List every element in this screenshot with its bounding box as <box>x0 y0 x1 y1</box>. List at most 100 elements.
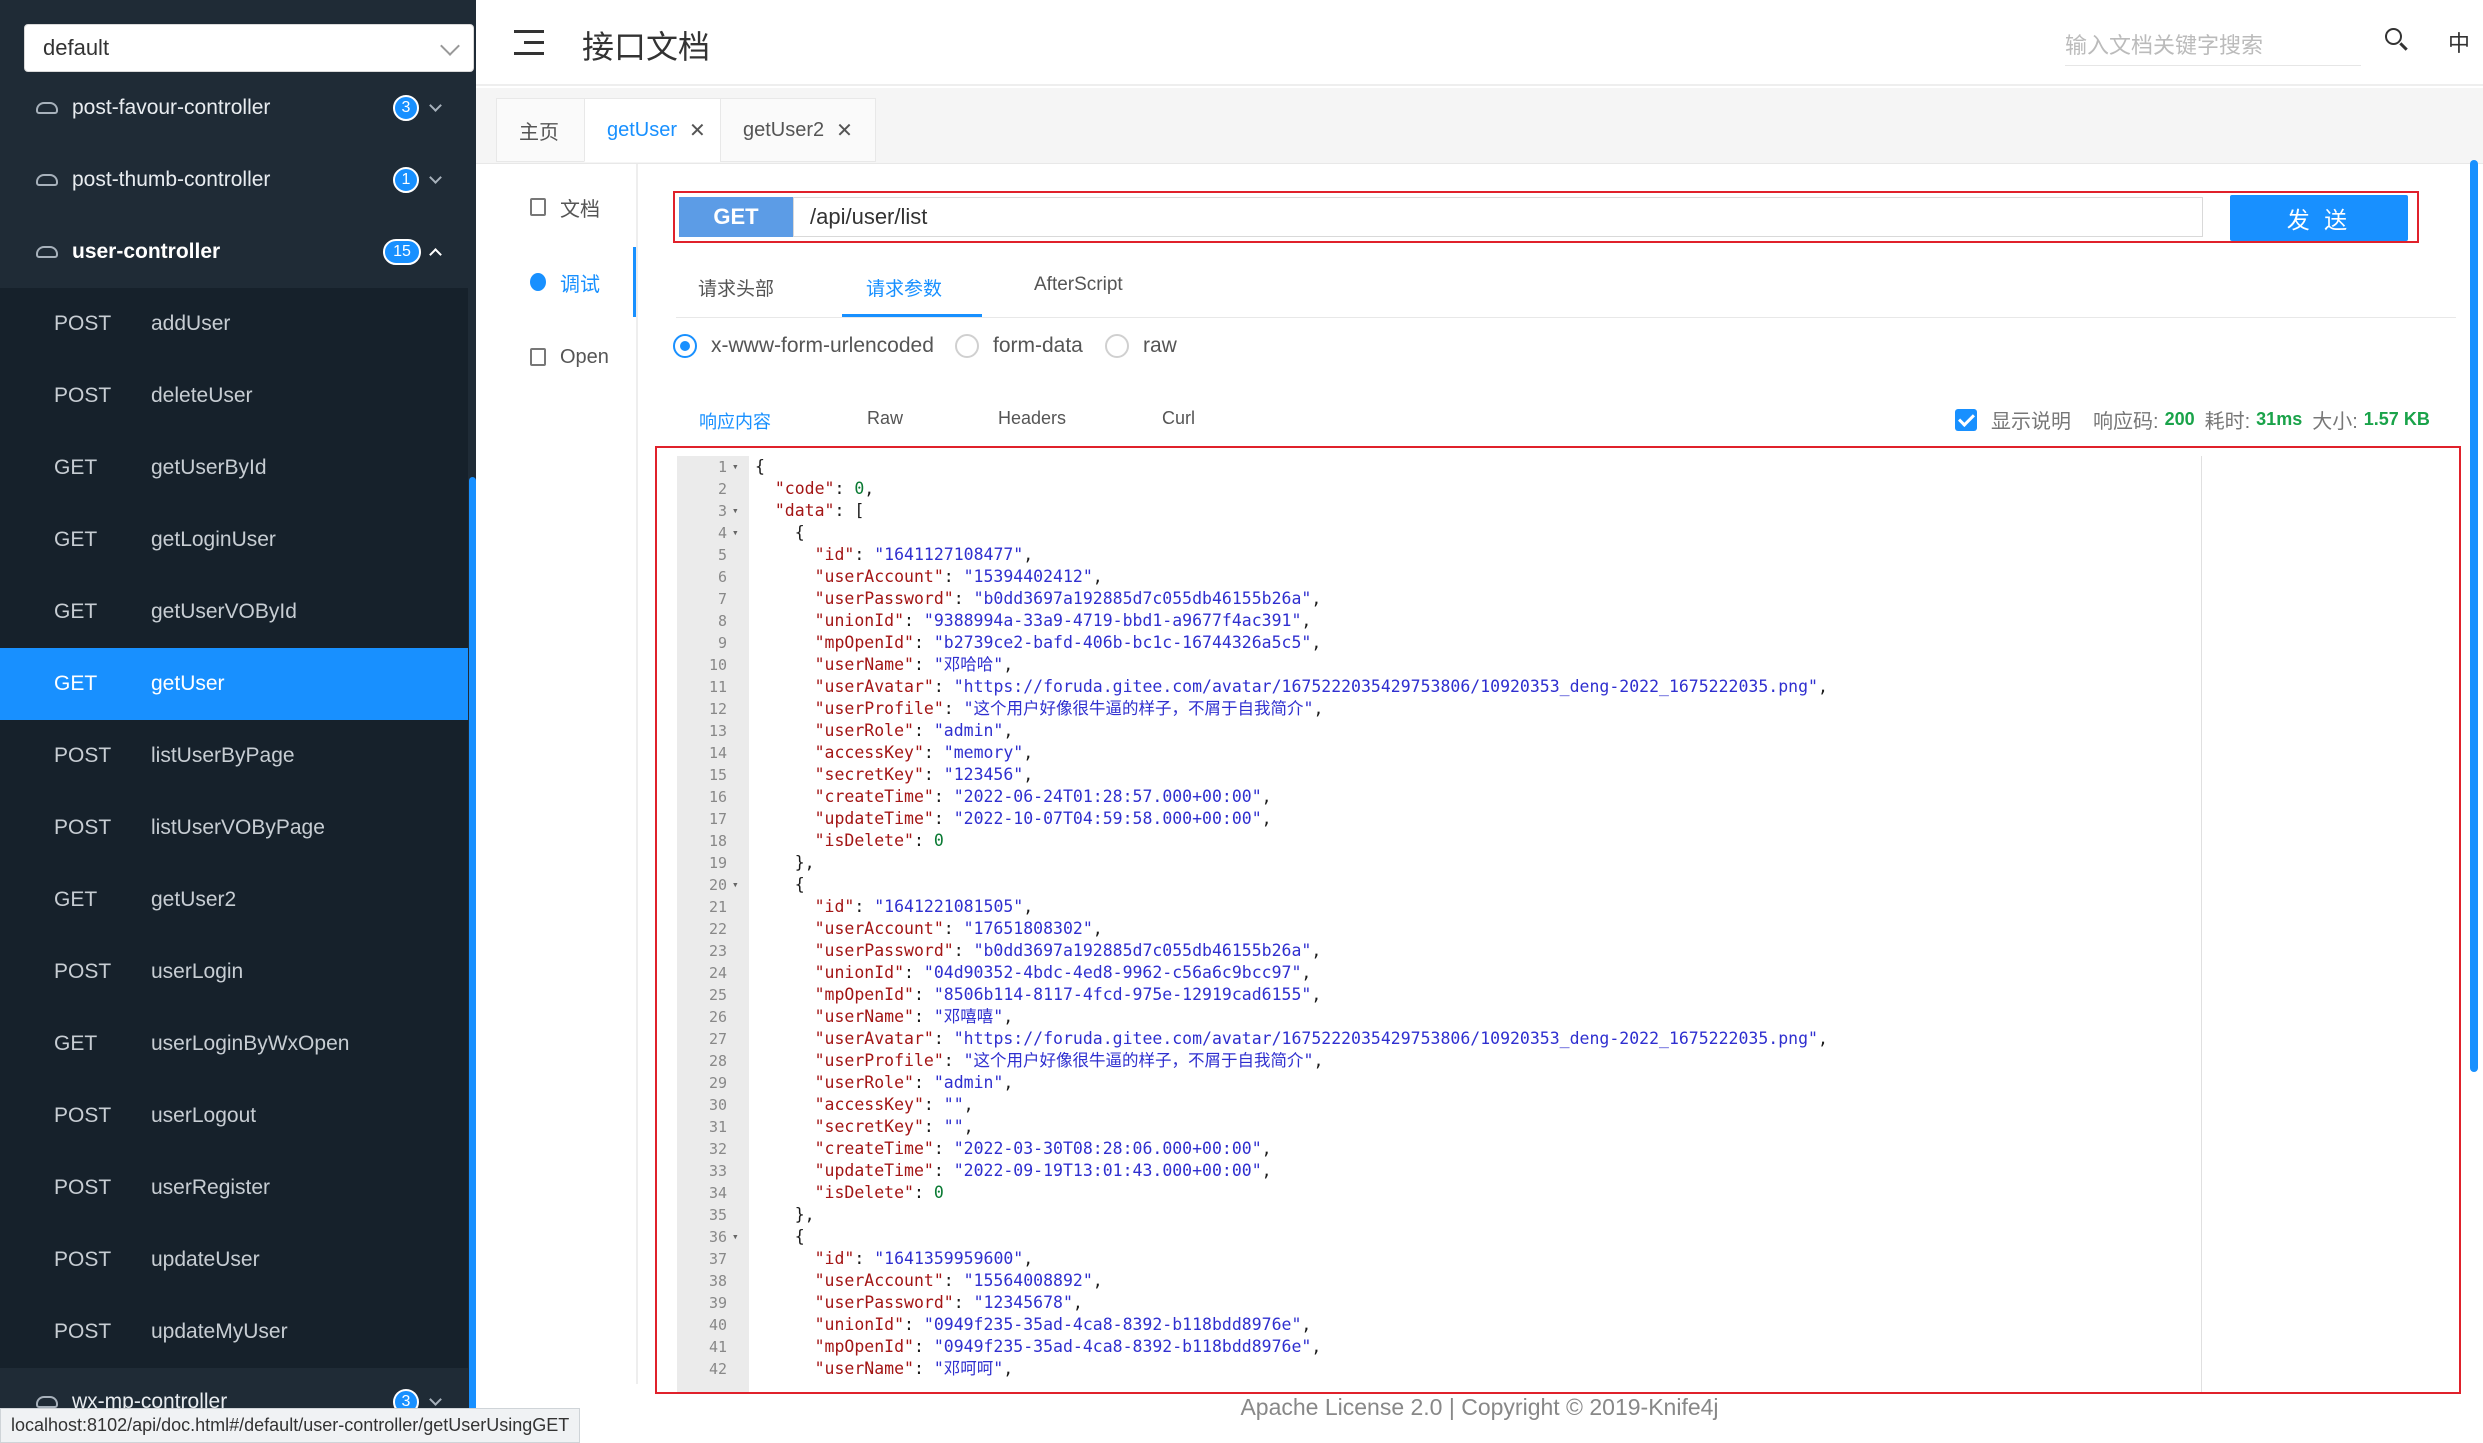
count-badge: 1 <box>393 167 419 193</box>
api-path: getLoginUser <box>151 528 276 551</box>
code-text: "userAvatar": "https://foruda.gitee.com/… <box>814 1029 1828 1048</box>
tab-response-curl[interactable]: Curl <box>1162 408 1195 429</box>
tab-response-headers[interactable]: Headers <box>998 408 1066 429</box>
line-number: 8 <box>717 612 727 630</box>
api-item[interactable]: GET getLoginUser <box>0 504 468 576</box>
code-line: 4 ▾ { <box>677 522 2377 544</box>
cloud-icon <box>36 174 58 186</box>
radio-dot <box>1105 334 1129 358</box>
code-text: "isDelete": 0 <box>814 1183 944 1202</box>
code-line: 35 }, <box>677 1204 2377 1226</box>
subnav-debug[interactable]: 调试 <box>476 247 636 317</box>
group-select[interactable]: default <box>24 24 474 72</box>
code-text: "unionId": "04d90352-4bdc-4ed8-9962-c56a… <box>814 963 1312 982</box>
code-line: 6 "userAccount": "15394402412", <box>677 566 2377 588</box>
code-text: "id": "1641359959600", <box>814 1249 1034 1268</box>
sidebar: default post-favour-controller 3 post-th… <box>0 0 476 1443</box>
tab-afterscript[interactable]: AfterScript <box>1034 274 1123 296</box>
radio-form-data[interactable]: form-data <box>955 334 1083 358</box>
code-line: 2 "code": 0, <box>677 478 2377 500</box>
api-method: POST <box>54 1104 112 1127</box>
api-item[interactable]: POST listUserByPage <box>0 720 468 792</box>
fold-arrow-icon[interactable]: ▾ <box>732 500 744 522</box>
radio-label: x-www-form-urlencoded <box>711 334 934 357</box>
api-item[interactable]: GET getUserVOById <box>0 576 468 648</box>
line-number: 32 <box>708 1140 727 1158</box>
show-description-checkbox[interactable] <box>1955 408 1977 431</box>
radio-raw[interactable]: raw <box>1105 334 1177 358</box>
line-number: 38 <box>708 1272 727 1290</box>
code-line: 17 "updateTime": "2022-10-07T04:59:58.00… <box>677 808 2377 830</box>
code-text: "unionId": "9388994a-33a9-4719-bbd1-a967… <box>814 611 1312 630</box>
tab-label: 主页 <box>519 121 559 144</box>
response-size-label: 大小: <box>2312 411 2358 433</box>
code-line: 12 "userProfile": "这个用户好像很牛逼的样子，不屑于自我简介"… <box>677 698 2377 720</box>
menu-fold-icon[interactable] <box>514 30 544 56</box>
close-icon[interactable]: ✕ <box>689 118 706 143</box>
line-number: 17 <box>708 810 727 828</box>
count-badge: 15 <box>383 239 421 265</box>
fold-arrow-icon[interactable]: ▾ <box>732 456 744 478</box>
search-icon[interactable] <box>2385 28 2408 51</box>
subnav-doc[interactable]: 文档 <box>476 172 636 242</box>
api-item[interactable]: GET getUserById <box>0 432 468 504</box>
document-icon <box>530 198 546 216</box>
api-item[interactable]: POST addUser <box>0 288 468 360</box>
api-item[interactable]: GET getUser2 <box>0 864 468 936</box>
sidebar-scrollbar[interactable] <box>469 477 476 1417</box>
api-item[interactable]: POST userRegister <box>0 1152 468 1224</box>
tab-request-params[interactable]: 请求参数 <box>866 274 942 301</box>
http-method[interactable]: GET <box>679 197 793 237</box>
subnav-open[interactable]: Open <box>476 322 636 392</box>
code-line: 41 "mpOpenId": "0949f235-35ad-4ca8-8392-… <box>677 1336 2377 1358</box>
api-item[interactable]: POST userLogout <box>0 1080 468 1152</box>
code-line: 7 "userPassword": "b0dd3697a192885d7c055… <box>677 588 2377 610</box>
tab-response-raw[interactable]: Raw <box>867 408 903 429</box>
tab-getuser2[interactable]: getUser2 ✕ <box>720 98 876 162</box>
radio-urlencoded[interactable]: x-www-form-urlencoded <box>673 334 934 358</box>
fold-arrow-icon[interactable]: ▾ <box>732 1226 744 1248</box>
tab-response-content[interactable]: 响应内容 <box>699 408 771 434</box>
response-time-label: 耗时: <box>2204 411 2251 433</box>
code-line: 29 "userRole": "admin", <box>677 1072 2377 1094</box>
api-item[interactable]: POST userLogin <box>0 936 468 1008</box>
response-time-value: 31ms <box>2256 409 2303 429</box>
line-number: 33 <box>708 1162 727 1180</box>
code-text: "userAccount": "15564008892", <box>814 1271 1103 1290</box>
language-switch[interactable]: 中 <box>2448 26 2470 58</box>
controller-post-thumb[interactable]: post-thumb-controller 1 <box>0 144 468 216</box>
tab-request-headers[interactable]: 请求头部 <box>698 274 774 301</box>
code-text: "createTime": "2022-03-30T08:28:06.000+0… <box>814 1139 1272 1158</box>
response-code-editor[interactable]: 1 ▾ {2 "code": 0, 3 ▾ "data": [4 ▾ {5 "id": "… <box>655 446 2461 1394</box>
line-number: 40 <box>708 1316 727 1334</box>
url-input[interactable]: /api/user/list <box>793 197 2203 237</box>
header: 接口文档 输入文档关键字搜索 中 <box>476 0 2483 86</box>
api-path: getUser <box>151 672 225 695</box>
code-text: "id": "1641127108477", <box>814 545 1034 564</box>
code-line: 30 "accessKey": "", <box>677 1094 2377 1116</box>
api-item[interactable]: POST updateMyUser <box>0 1296 468 1368</box>
main-scrollbar[interactable] <box>2470 160 2478 1072</box>
controller-post-favour[interactable]: post-favour-controller 3 <box>0 72 468 144</box>
search-input[interactable]: 输入文档关键字搜索 <box>2065 22 2361 66</box>
tab-getuser[interactable]: getUser ✕ <box>584 98 729 162</box>
api-item[interactable]: GET getUser <box>0 648 468 720</box>
tab-home[interactable]: 主页 <box>496 98 588 162</box>
code-text: "userAvatar": "https://foruda.gitee.com/… <box>814 677 1828 696</box>
fold-arrow-icon[interactable]: ▾ <box>732 874 744 896</box>
api-item[interactable]: POST updateUser <box>0 1224 468 1296</box>
code-line: 16 "createTime": "2022-06-24T01:28:57.00… <box>677 786 2377 808</box>
close-icon[interactable]: ✕ <box>836 118 853 143</box>
code-text: { <box>755 523 805 542</box>
controller-user[interactable]: user-controller 15 <box>0 216 468 288</box>
fold-arrow-icon[interactable]: ▾ <box>732 522 744 544</box>
send-button[interactable]: 发 送 <box>2230 195 2408 241</box>
line-number: 36 <box>708 1228 727 1246</box>
code-line: 10 "userName": "邓哈哈", <box>677 654 2377 676</box>
api-item[interactable]: POST deleteUser <box>0 360 468 432</box>
line-number: 21 <box>708 898 727 916</box>
api-item[interactable]: GET userLoginByWxOpen <box>0 1008 468 1080</box>
api-item[interactable]: POST listUserVOByPage <box>0 792 468 864</box>
response-size-value: 1.57 KB <box>2363 409 2430 429</box>
chevron-down-icon <box>429 98 442 112</box>
